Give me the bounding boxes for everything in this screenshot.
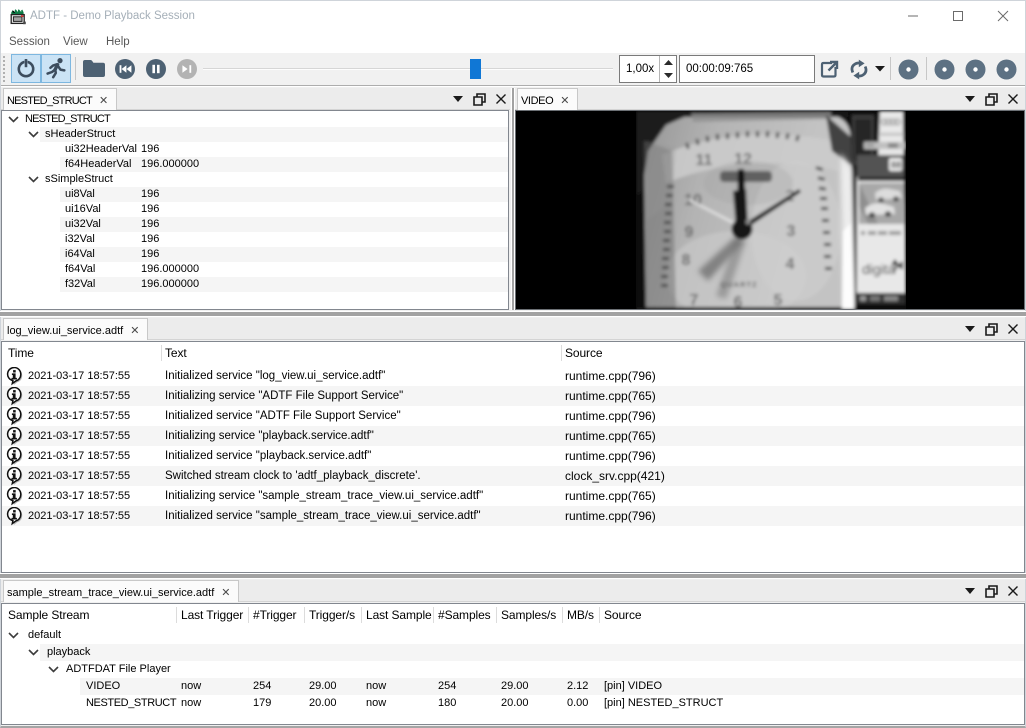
svg-text:5: 5 bbox=[774, 292, 783, 309]
svg-text:digita: digita bbox=[862, 261, 896, 277]
svg-text:10: 10 bbox=[684, 192, 702, 209]
svg-text:6: 6 bbox=[734, 294, 743, 309]
svg-text:88: 88 bbox=[891, 160, 901, 170]
svg-text:9: 9 bbox=[685, 224, 694, 241]
svg-text:3: 3 bbox=[787, 223, 796, 240]
svg-text:4: 4 bbox=[786, 256, 795, 273]
svg-text:8: 8 bbox=[682, 252, 691, 269]
svg-text:7: 7 bbox=[690, 292, 699, 309]
svg-text:11: 11 bbox=[696, 152, 713, 169]
